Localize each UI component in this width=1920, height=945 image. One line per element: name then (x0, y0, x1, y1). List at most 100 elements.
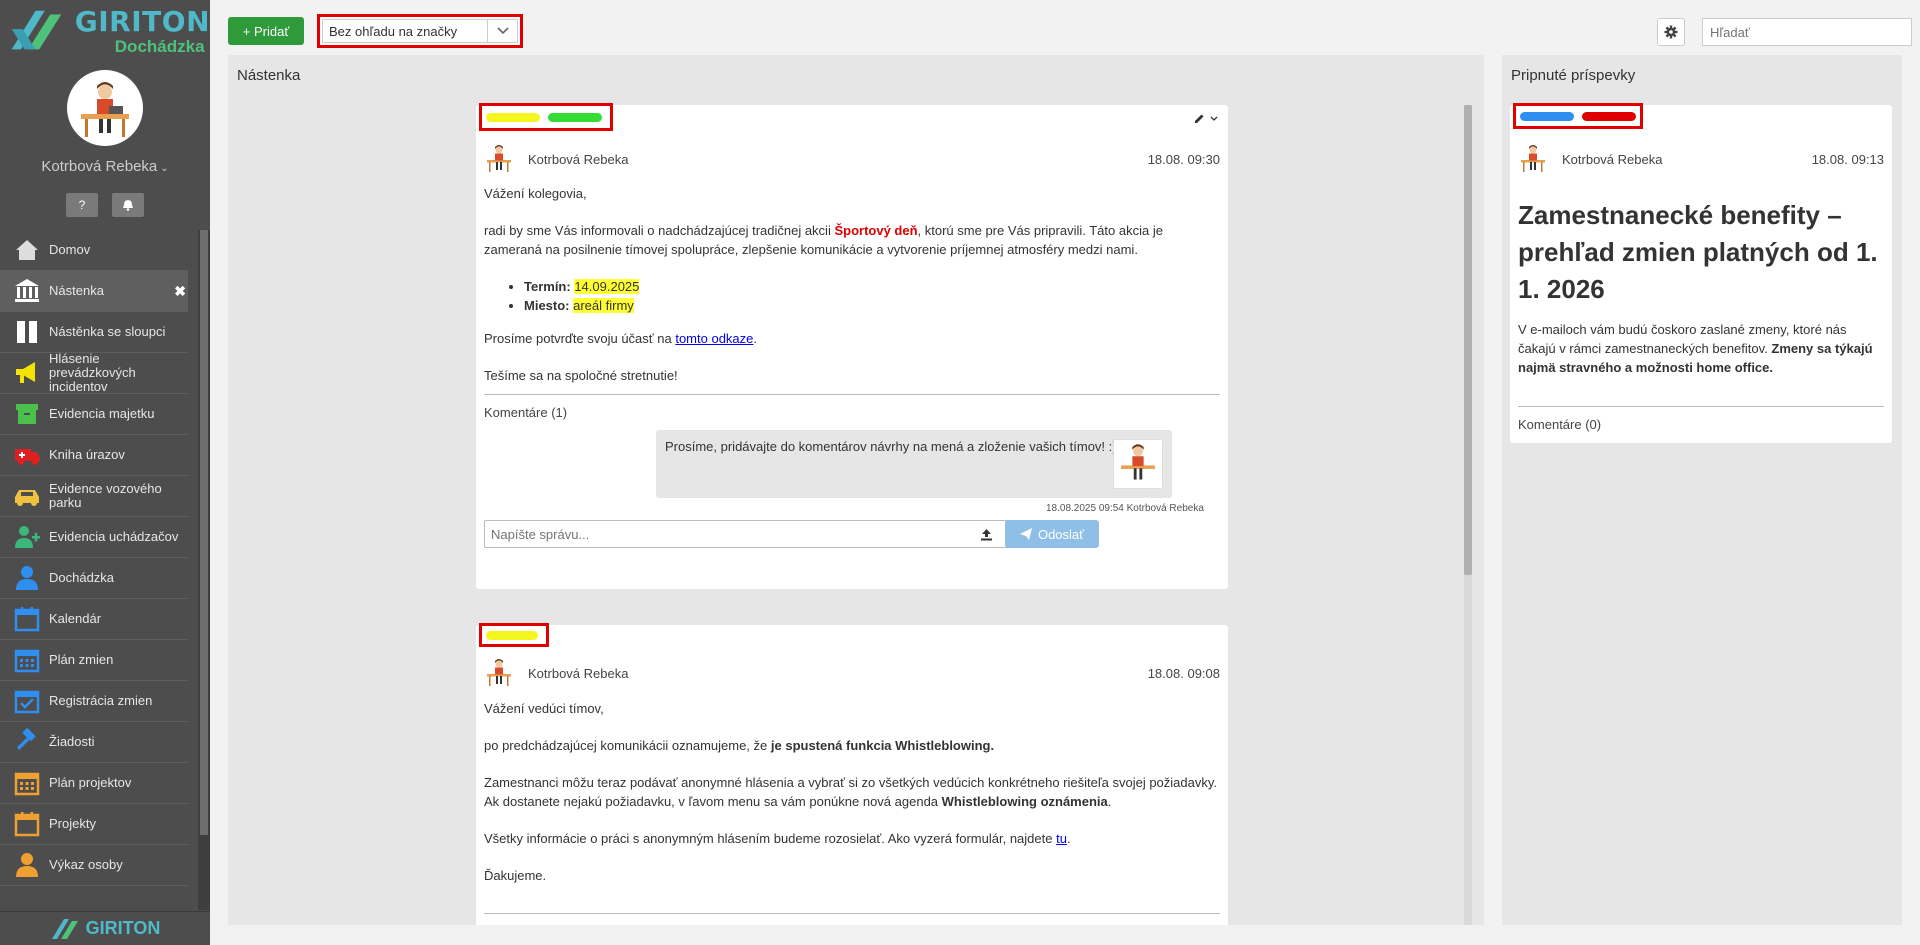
sidebar-item[interactable]: Plán projektov (0, 763, 188, 804)
tag-green (548, 112, 602, 122)
post-date: 18.08. 09:13 (1811, 151, 1884, 167)
event-name: Športový deň (834, 223, 918, 238)
post-card: Kotrbová Rebeka 18.08. 09:30 Vážení kole… (476, 103, 1228, 589)
close-icon[interactable]: ✖ (174, 283, 186, 300)
post-author: Kotrbová Rebeka (528, 151, 629, 167)
avatar-illustration-icon (1121, 444, 1155, 480)
sidebar-item[interactable]: Domov (0, 230, 188, 271)
footer-logo-text: GIRITON (85, 918, 161, 938)
post-paragraph: V e-mailoch vám budú čoskoro zaslané zme… (1518, 322, 1873, 375)
post-paragraph: radi by sme Vás informovali o nadchádzaj… (484, 223, 1163, 257)
logo-subtitle: Dochádzka (114, 36, 205, 56)
board-scrollbar[interactable] (1464, 105, 1472, 925)
post-author: Kotrbová Rebeka (1562, 151, 1663, 167)
avatar-illustration-icon (1521, 145, 1545, 172)
divider (1518, 406, 1884, 407)
sidebar-item[interactable]: Výkaz osoby (0, 845, 188, 886)
sidebar-item[interactable]: Kalendár (0, 599, 188, 640)
avatar[interactable] (67, 70, 143, 146)
post-greeting: Vážení kolegovia, (484, 186, 587, 201)
comment-avatar[interactable] (1113, 439, 1163, 489)
sidebar-item[interactable]: Evidencia uchádzačov (0, 517, 188, 558)
columns-icon (12, 318, 42, 346)
sidebar-item[interactable]: Hlásenie prevádzkových incidentov (0, 351, 188, 394)
tag-filter-select[interactable]: Bez ohľadu na značky (317, 14, 523, 48)
logo-name: GIRITON (74, 4, 210, 38)
tag-yellow (486, 112, 540, 122)
sidebar-item-label: Hlásenie prevádzkových incidentov (49, 351, 136, 394)
sidebar-item-label: Projekty (49, 816, 96, 831)
post-tags[interactable] (1513, 103, 1643, 129)
post-closing: Tešíme sa na spoločné stretnutie! (484, 368, 678, 383)
notifications-button[interactable] (112, 193, 144, 217)
sidebar-item[interactable]: Nástěnka se sloupci (0, 312, 188, 353)
author-avatar[interactable] (1518, 142, 1548, 176)
calendar-icon (12, 810, 42, 838)
send-button[interactable]: Odoslať (1005, 520, 1099, 548)
comments-count[interactable]: Komentáre (1) (484, 405, 567, 420)
help-button[interactable]: ? (66, 193, 98, 217)
settings-button[interactable] (1657, 18, 1685, 46)
user-menu[interactable]: Kotrbová Rebeka ⌄ (0, 158, 210, 175)
board-title: Nástenka (237, 67, 301, 84)
sidebar-item-label: Domov (49, 242, 91, 257)
sidebar-item[interactable]: Evidencia majetku (0, 394, 188, 435)
app-logo[interactable]: GIRITON Dochádzka (0, 0, 210, 62)
pinned-title: Pripnuté príspevky (1511, 67, 1636, 84)
chevron-down-icon: ⌄ (160, 163, 169, 174)
sidebar-item-label: Evidencia majetku (49, 406, 155, 421)
post-paragraph: Všetky informácie o práci s anonymným hl… (484, 831, 1071, 846)
ambulance-icon (12, 441, 42, 469)
post-edit-menu[interactable] (1194, 113, 1218, 124)
form-link[interactable]: tu (1056, 831, 1067, 846)
event-details-list: Termín: 14.09.2025 Miesto: areál firmy (524, 277, 1220, 315)
giriton-logo-icon (11, 10, 62, 50)
divider (484, 913, 1220, 914)
author-avatar[interactable] (484, 656, 514, 690)
comments-count[interactable]: Komentáre (0) (1518, 417, 1601, 432)
bell-icon (123, 200, 133, 211)
avatar-illustration-icon (487, 659, 511, 686)
sidebar-item[interactable]: Projekty (0, 804, 188, 845)
post-closing: Ďakujeme. (484, 868, 547, 883)
send-label: Odoslať (1037, 526, 1085, 542)
tag-red (1582, 111, 1636, 121)
search-input[interactable] (1702, 18, 1912, 46)
sidebar-item-label: Nástenka (49, 283, 104, 298)
sidebar-item[interactable]: Žiadosti (0, 722, 188, 763)
footer-logo: GIRITON (0, 911, 210, 945)
sidebar-item[interactable]: Plán zmien (0, 640, 188, 681)
pinned-post-card: Kotrbová Rebeka 18.08. 09:13 Zamestnanec… (1510, 103, 1892, 443)
chevron-down-icon (487, 20, 517, 42)
sidebar-item-label: Nástěnka se sloupci (49, 324, 166, 339)
sidebar-item[interactable]: Kniha úrazov (0, 435, 188, 476)
event-place: areál firmy (573, 298, 634, 313)
confirm-link[interactable]: tomto odkaze (675, 331, 753, 346)
sidebar-item[interactable]: Nástenka ✖ (0, 271, 188, 312)
question-icon: ? (78, 198, 86, 212)
sidebar-item[interactable]: Registrácia zmien (0, 681, 188, 722)
add-user-icon (12, 523, 42, 551)
post-greeting: Vážení vedúci tímov, (484, 701, 604, 716)
comment-text: Prosíme, pridávajte do komentárov návrhy… (665, 439, 1117, 454)
sidebar-scrollbar[interactable] (198, 230, 210, 910)
user-icon (12, 851, 42, 879)
sidebar-item[interactable]: Evidence vozového parku (0, 476, 188, 517)
post-paragraph: po predchádzajúcej komunikácii oznamujem… (484, 738, 995, 753)
calendar-check-icon (12, 687, 42, 715)
sidebar-item-label: Kniha úrazov (49, 447, 125, 462)
upload-button[interactable] (978, 526, 994, 542)
pinned-headline: Zamestnanecké benefity – prehľad zmien p… (1518, 200, 1878, 304)
sidebar-item[interactable]: Dochádzka (0, 558, 188, 599)
calendar-grid-icon (12, 769, 42, 797)
post-tags[interactable] (479, 103, 613, 131)
pencil-icon (1195, 114, 1204, 123)
sidebar-item-label: Plán projektov (49, 775, 132, 790)
upload-icon (980, 528, 992, 540)
sidebar-item-label: Registrácia zmien (49, 693, 153, 708)
add-post-button[interactable]: + Pridať (228, 17, 304, 45)
post-tags[interactable] (479, 623, 549, 647)
author-avatar[interactable] (484, 142, 514, 176)
user-profile: Kotrbová Rebeka ⌄ ? (0, 62, 210, 217)
user-icon (12, 564, 42, 592)
